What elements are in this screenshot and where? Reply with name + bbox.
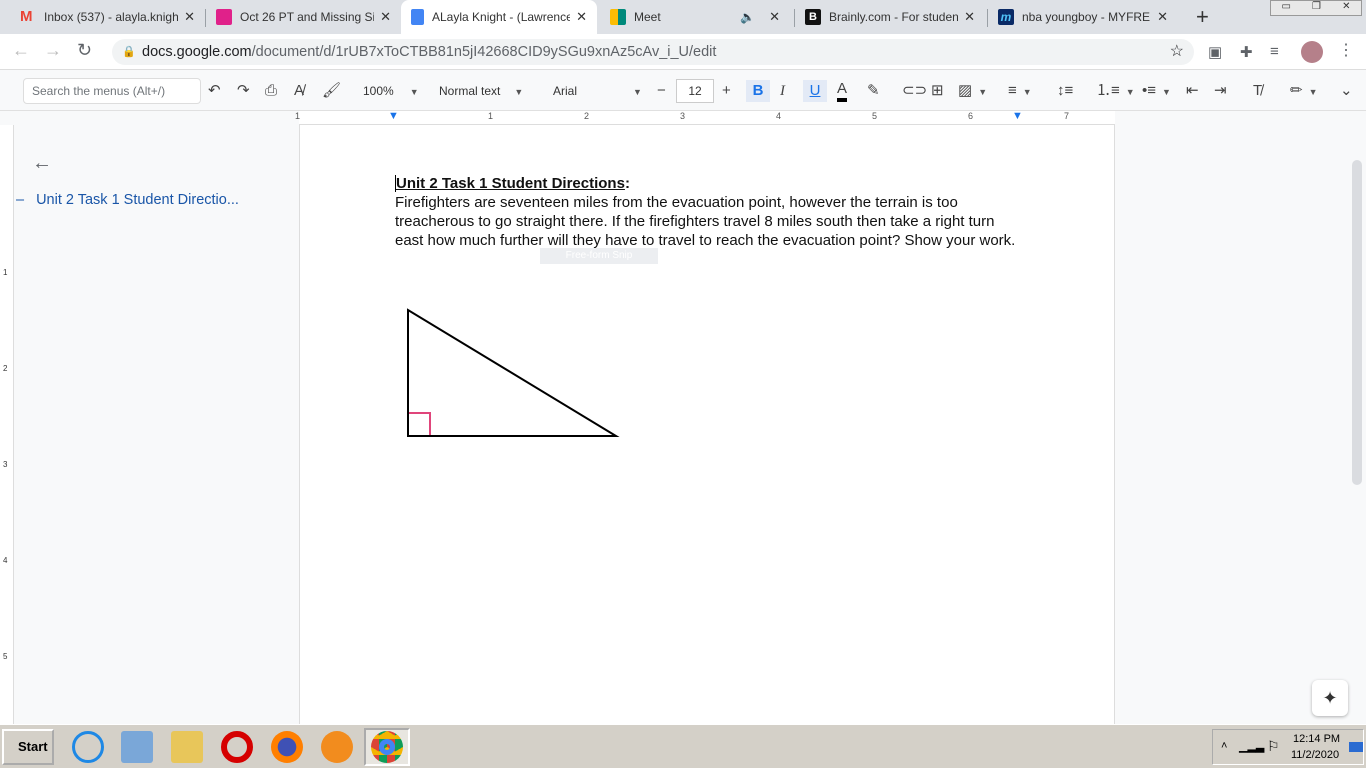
document-paragraph: Firefighters are seventeen miles from th… [395, 194, 1016, 249]
zoom-select[interactable]: 100% ▼ [363, 80, 419, 102]
right-angle-marker [409, 412, 431, 435]
outline-item[interactable]: – Unit 2 Task 1 Student Directio... [16, 192, 239, 208]
close-icon[interactable]: ✕ [380, 9, 391, 25]
tab-classroom[interactable]: Oct 26 PT and Missing Side ✕ [206, 0, 401, 34]
forward-button[interactable]: → [44, 40, 62, 61]
meet-icon [610, 9, 626, 25]
extensions-icon[interactable]: ✚ [1240, 43, 1253, 61]
classroom-icon [216, 9, 232, 25]
collapse-toolbar-icon[interactable]: ⌄ [1340, 80, 1353, 102]
chrome-icon [371, 731, 403, 763]
bulleted-list-icon[interactable]: •≡ ▼ [1142, 80, 1171, 102]
text-color-button[interactable]: A [837, 80, 848, 102]
new-tab-button[interactable]: + [1196, 4, 1209, 30]
tab-meet[interactable]: Meet 🔈 ✕ [600, 0, 790, 34]
numbered-list-icon[interactable]: ⒈≡ ▼ [1096, 80, 1135, 102]
show-desktop-icon[interactable] [1349, 742, 1363, 752]
action-center-flag-icon[interactable]: ⚐ [1267, 738, 1280, 755]
system-tray: ˄ ▁▂▃ ⚐ 12:14 PM 11/2/2020 [1212, 729, 1364, 765]
close-icon[interactable]: ✕ [184, 9, 195, 25]
speaker-icon[interactable]: 🔈 [740, 10, 755, 24]
document-body[interactable]: Unit 2 Task 1 Student Directions: Firefi… [395, 174, 1025, 250]
start-button[interactable]: Start [2, 729, 54, 765]
print-icon[interactable]: ⎙ [265, 80, 277, 102]
right-indent-marker[interactable]: ▼ [1012, 110, 1023, 122]
close-outline-button[interactable]: ← [32, 152, 52, 175]
explore-icon: ✦ [1322, 688, 1338, 708]
menu-icon[interactable]: ⋮ [1338, 40, 1354, 60]
back-button[interactable]: ← [12, 40, 30, 61]
snip-overlay: Free-form Snip [540, 248, 658, 264]
font-select[interactable]: Arial ▼ [553, 80, 642, 102]
opera-icon[interactable] [221, 731, 253, 763]
gmail-icon: M [20, 8, 33, 25]
decrease-indent-icon[interactable]: ⇤ [1186, 80, 1199, 102]
lock-icon: 🔒 [122, 46, 136, 58]
brainly-icon: B [805, 9, 821, 25]
firefox-icon[interactable] [271, 731, 303, 763]
internet-explorer-icon[interactable] [72, 731, 104, 763]
shopping-bag-icon[interactable]: ▣ [1208, 43, 1222, 61]
tab-docs[interactable]: ALayla Knight - (Lawrence) ✕ [401, 0, 597, 34]
tab-bar: M Inbox (537) - alayla.knight ✕ Oct 26 PT … [0, 0, 1366, 34]
network-icon[interactable]: ▁▂▃ [1239, 740, 1264, 753]
explore-button[interactable]: ✦ [1312, 680, 1348, 716]
window-controls: ▭ ❐ ✕ [1270, 0, 1362, 16]
minimize-button[interactable]: ▭ [1282, 1, 1291, 15]
align-icon[interactable]: ≡ ▼ [1008, 80, 1032, 102]
redo-icon[interactable]: ↷ [237, 80, 250, 102]
left-indent-marker[interactable]: ▼ [388, 110, 399, 122]
tab-myfreemp3[interactable]: mnba youngboy - MYFREEMP3✕ [988, 0, 1178, 34]
settings-wheel-icon[interactable] [321, 731, 353, 763]
bold-button[interactable]: B [746, 80, 770, 102]
add-comment-icon[interactable]: ⊞ [931, 80, 944, 102]
close-icon[interactable]: ✕ [769, 9, 780, 25]
font-size-input[interactable]: 12 [676, 79, 714, 103]
avatar[interactable] [1301, 41, 1323, 63]
close-icon[interactable]: ✕ [964, 9, 975, 25]
scrollbar[interactable] [1352, 160, 1362, 485]
close-icon[interactable]: ✕ [576, 9, 587, 25]
clear-formatting-icon[interactable]: T̸ [1253, 80, 1262, 102]
style-select[interactable]: Normal text ▼ [439, 80, 523, 102]
restore-button[interactable]: ❐ [1312, 1, 1321, 15]
decrease-font-size-button[interactable]: − [657, 80, 666, 102]
horizontal-ruler[interactable]: 1 1 2 3 4 5 6 7 ▼ ▼ [295, 110, 1115, 125]
close-icon[interactable]: ✕ [1157, 9, 1168, 25]
editing-mode-icon[interactable]: ✏ ▼ [1290, 80, 1318, 102]
document-heading: Unit 2 Task 1 Student Directions [396, 175, 625, 192]
link-icon[interactable]: ⊂⊃ [902, 80, 927, 102]
media-control-icon[interactable]: ≡ [1270, 43, 1279, 60]
undo-icon[interactable]: ↶ [208, 80, 221, 102]
clock-time[interactable]: 12:14 PM [1293, 733, 1340, 745]
show-hidden-icons[interactable]: ˄ [1221, 740, 1227, 752]
paint-format-icon[interactable]: 🖌 [322, 80, 341, 102]
taskbar [0, 724, 1366, 768]
triangle-drawing[interactable] [400, 305, 625, 445]
italic-button[interactable]: I [780, 80, 785, 102]
docs-icon [411, 9, 424, 25]
insert-image-icon[interactable]: ▨ ▼ [958, 80, 987, 102]
myfreemp3-icon: m [998, 9, 1014, 25]
increase-font-size-button[interactable]: + [722, 80, 731, 102]
star-icon[interactable]: ☆ [1170, 39, 1184, 65]
highlight-icon[interactable]: ✎ [867, 80, 880, 102]
increase-indent-icon[interactable]: ⇥ [1214, 80, 1227, 102]
right-triangle [407, 308, 620, 437]
search-menus-input[interactable]: Search the menus (Alt+/) [23, 78, 201, 104]
reload-button[interactable]: ↻ [77, 40, 92, 61]
close-window-button[interactable]: ✕ [1342, 1, 1350, 15]
url-input[interactable]: 🔒 docs.google.com/document/d/1rUB7xToCTBB… [112, 39, 1194, 65]
underline-button[interactable]: U [803, 80, 827, 102]
tab-gmail[interactable]: M Inbox (537) - alayla.knight ✕ [10, 0, 205, 34]
clock-date[interactable]: 11/2/2020 [1291, 749, 1339, 761]
media-player-icon[interactable] [121, 731, 153, 763]
file-explorer-icon[interactable] [171, 731, 203, 763]
line-spacing-icon[interactable]: ↕≡ [1057, 80, 1073, 102]
spellcheck-icon[interactable]: A̸ [294, 80, 304, 102]
chrome-taskbar-button[interactable] [364, 728, 410, 766]
tab-brainly[interactable]: B Brainly.com - For students ✕ [795, 0, 985, 34]
vertical-ruler[interactable]: 1 2 3 4 5 [0, 125, 14, 724]
